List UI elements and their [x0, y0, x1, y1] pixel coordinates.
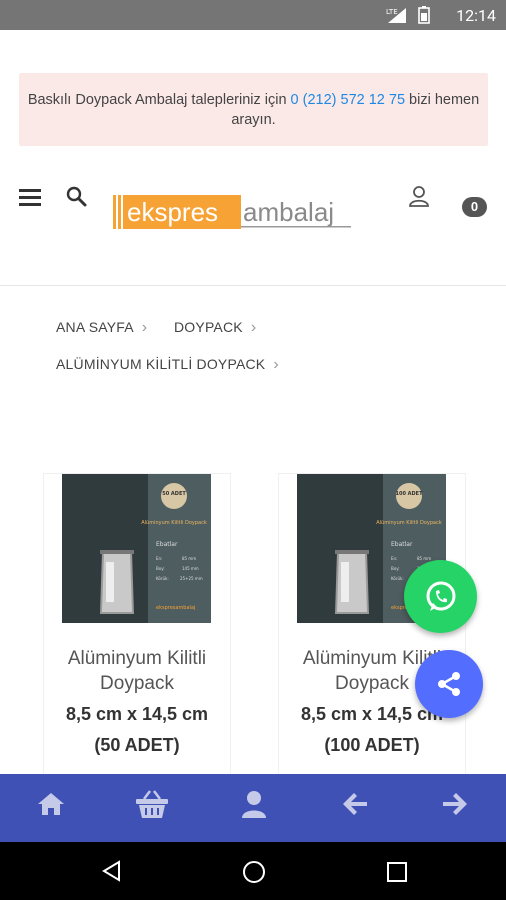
svg-text:Ebatlar: Ebatlar	[156, 541, 178, 548]
status-icons: LTE	[386, 6, 430, 24]
chevron-right-icon: ›	[273, 356, 279, 373]
bottom-navigation	[0, 774, 506, 842]
svg-text:85 mm: 85 mm	[182, 556, 196, 561]
svg-text:100 ADET: 100 ADET	[395, 491, 423, 497]
svg-text:En:: En:	[391, 556, 397, 561]
breadcrumb-item-home[interactable]: ANA SAYFA ›	[56, 319, 147, 337]
share-button[interactable]	[415, 650, 483, 718]
nav-forward-button[interactable]	[435, 784, 475, 824]
svg-text:En:: En:	[156, 556, 162, 561]
svg-text:ekspres: ekspres	[127, 197, 218, 227]
chevron-right-icon: ›	[250, 319, 257, 336]
back-triangle-icon[interactable]	[101, 860, 123, 882]
clock: 12:14	[456, 6, 496, 25]
recents-square-icon[interactable]	[386, 861, 408, 883]
svg-text:Boy:: Boy:	[156, 566, 165, 571]
promo-phone-link[interactable]: 0 (212) 572 12 75	[291, 92, 405, 108]
breadcrumb-item-current[interactable]: ALÜMİNYUM KİLİTLİ DOYPACK ›	[56, 356, 279, 374]
product-quantity: (100 ADET)	[324, 735, 420, 755]
svg-text:50 ADET: 50 ADET	[162, 491, 186, 497]
svg-text:Alüminyum Kilitli Doypack: Alüminyum Kilitli Doypack	[141, 520, 207, 526]
share-icon	[438, 672, 460, 696]
menu-icon[interactable]	[19, 186, 43, 213]
product-name[interactable]: Alüminyum Kilitli Doypack	[44, 646, 230, 696]
whatsapp-icon	[426, 581, 455, 611]
account-icon[interactable]	[408, 186, 430, 213]
status-bar: LTE 12:14	[0, 0, 506, 30]
home-icon	[38, 793, 64, 815]
svg-text:Alüminyum Kilitli Doypack: Alüminyum Kilitli Doypack	[376, 520, 442, 526]
chevron-right-icon: ›	[141, 319, 148, 336]
cart-count-badge[interactable]: 0	[462, 197, 487, 217]
signal-icon: LTE	[386, 8, 406, 23]
svg-text:85 mm: 85 mm	[417, 556, 431, 561]
whatsapp-button[interactable]	[404, 560, 477, 633]
breadcrumb-item-doypack[interactable]: DOYPACK ›	[174, 319, 256, 337]
svg-text:ekspresambalaj: ekspresambalaj	[156, 605, 195, 611]
user-icon	[242, 791, 266, 818]
arrow-left-icon	[343, 793, 367, 815]
product-card[interactable]: 50 ADET Alüminyum Kilitli Doypack Ebatla…	[43, 473, 231, 783]
svg-text:Körük:: Körük:	[391, 576, 404, 581]
arrow-right-icon	[443, 793, 467, 815]
svg-text:LTE: LTE	[386, 8, 398, 16]
svg-text:145 mm: 145 mm	[182, 566, 199, 571]
svg-text:Boy:: Boy:	[391, 566, 400, 571]
nav-cart-button[interactable]	[132, 784, 172, 824]
nav-account-button[interactable]	[234, 784, 274, 824]
search-icon[interactable]	[66, 186, 88, 213]
basket-icon	[136, 790, 168, 818]
svg-text:Körük:: Körük:	[156, 576, 169, 581]
product-quantity: (50 ADET)	[94, 735, 180, 755]
home-circle-icon[interactable]	[242, 860, 266, 884]
svg-text:25+25 mm: 25+25 mm	[180, 576, 203, 581]
svg-text:ambalaj: ambalaj	[243, 197, 334, 227]
promo-banner: Baskılı Doypack Ambalaj talepleriniz içi…	[19, 73, 488, 146]
nav-back-button[interactable]	[335, 784, 375, 824]
site-logo[interactable]: ekspres ambalaj	[113, 193, 357, 233]
product-size: 8,5 cm x 14,5 cm	[65, 704, 209, 724]
nav-home-button[interactable]	[31, 784, 71, 824]
system-navigation-bar	[0, 842, 506, 900]
product-image[interactable]: 50 ADET Alüminyum Kilitli Doypack Ebatla…	[62, 474, 211, 623]
promo-text-before: Baskılı Doypack Ambalaj talepleriniz içi…	[27, 92, 291, 108]
svg-text:Ebatlar: Ebatlar	[391, 541, 413, 548]
battery-icon	[418, 6, 430, 24]
header-divider	[0, 285, 506, 286]
